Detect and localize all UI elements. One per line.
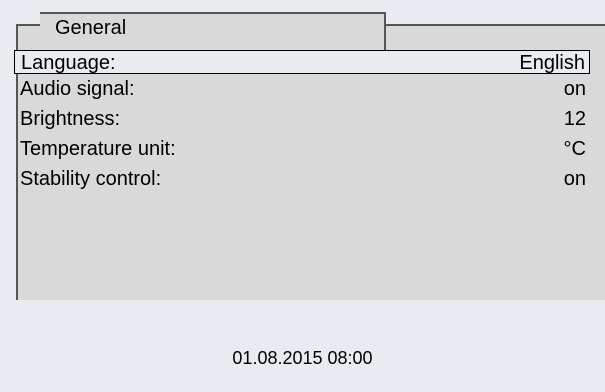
setting-row-audio-signal[interactable]: Audio signal: on (14, 77, 590, 101)
tab-general-label: General (55, 17, 127, 39)
tab-general[interactable]: General (40, 12, 386, 50)
setting-row-stability-control[interactable]: Stability control: on (14, 167, 590, 191)
setting-value: 12 (563, 108, 586, 130)
setting-label: Language: (21, 52, 116, 74)
setting-row-language[interactable]: Language: English (14, 50, 590, 74)
setting-value: °C (563, 138, 586, 160)
setting-row-temperature-unit[interactable]: Temperature unit: °C (14, 137, 590, 161)
device-screen: General Language: English Audio signal: … (0, 0, 605, 392)
setting-row-brightness[interactable]: Brightness: 12 (14, 107, 590, 131)
tab-frame-line-left (16, 24, 42, 26)
setting-value: on (563, 168, 586, 190)
setting-label: Temperature unit: (20, 138, 176, 160)
tab-frame-line-right (384, 24, 605, 26)
date-time-display: 01.08.2015 08:00 (232, 348, 373, 368)
setting-value: on (563, 78, 586, 100)
setting-label: Stability control: (20, 168, 162, 190)
setting-label: Audio signal: (20, 78, 135, 100)
setting-label: Brightness: (20, 108, 121, 130)
setting-value: English (519, 52, 585, 74)
